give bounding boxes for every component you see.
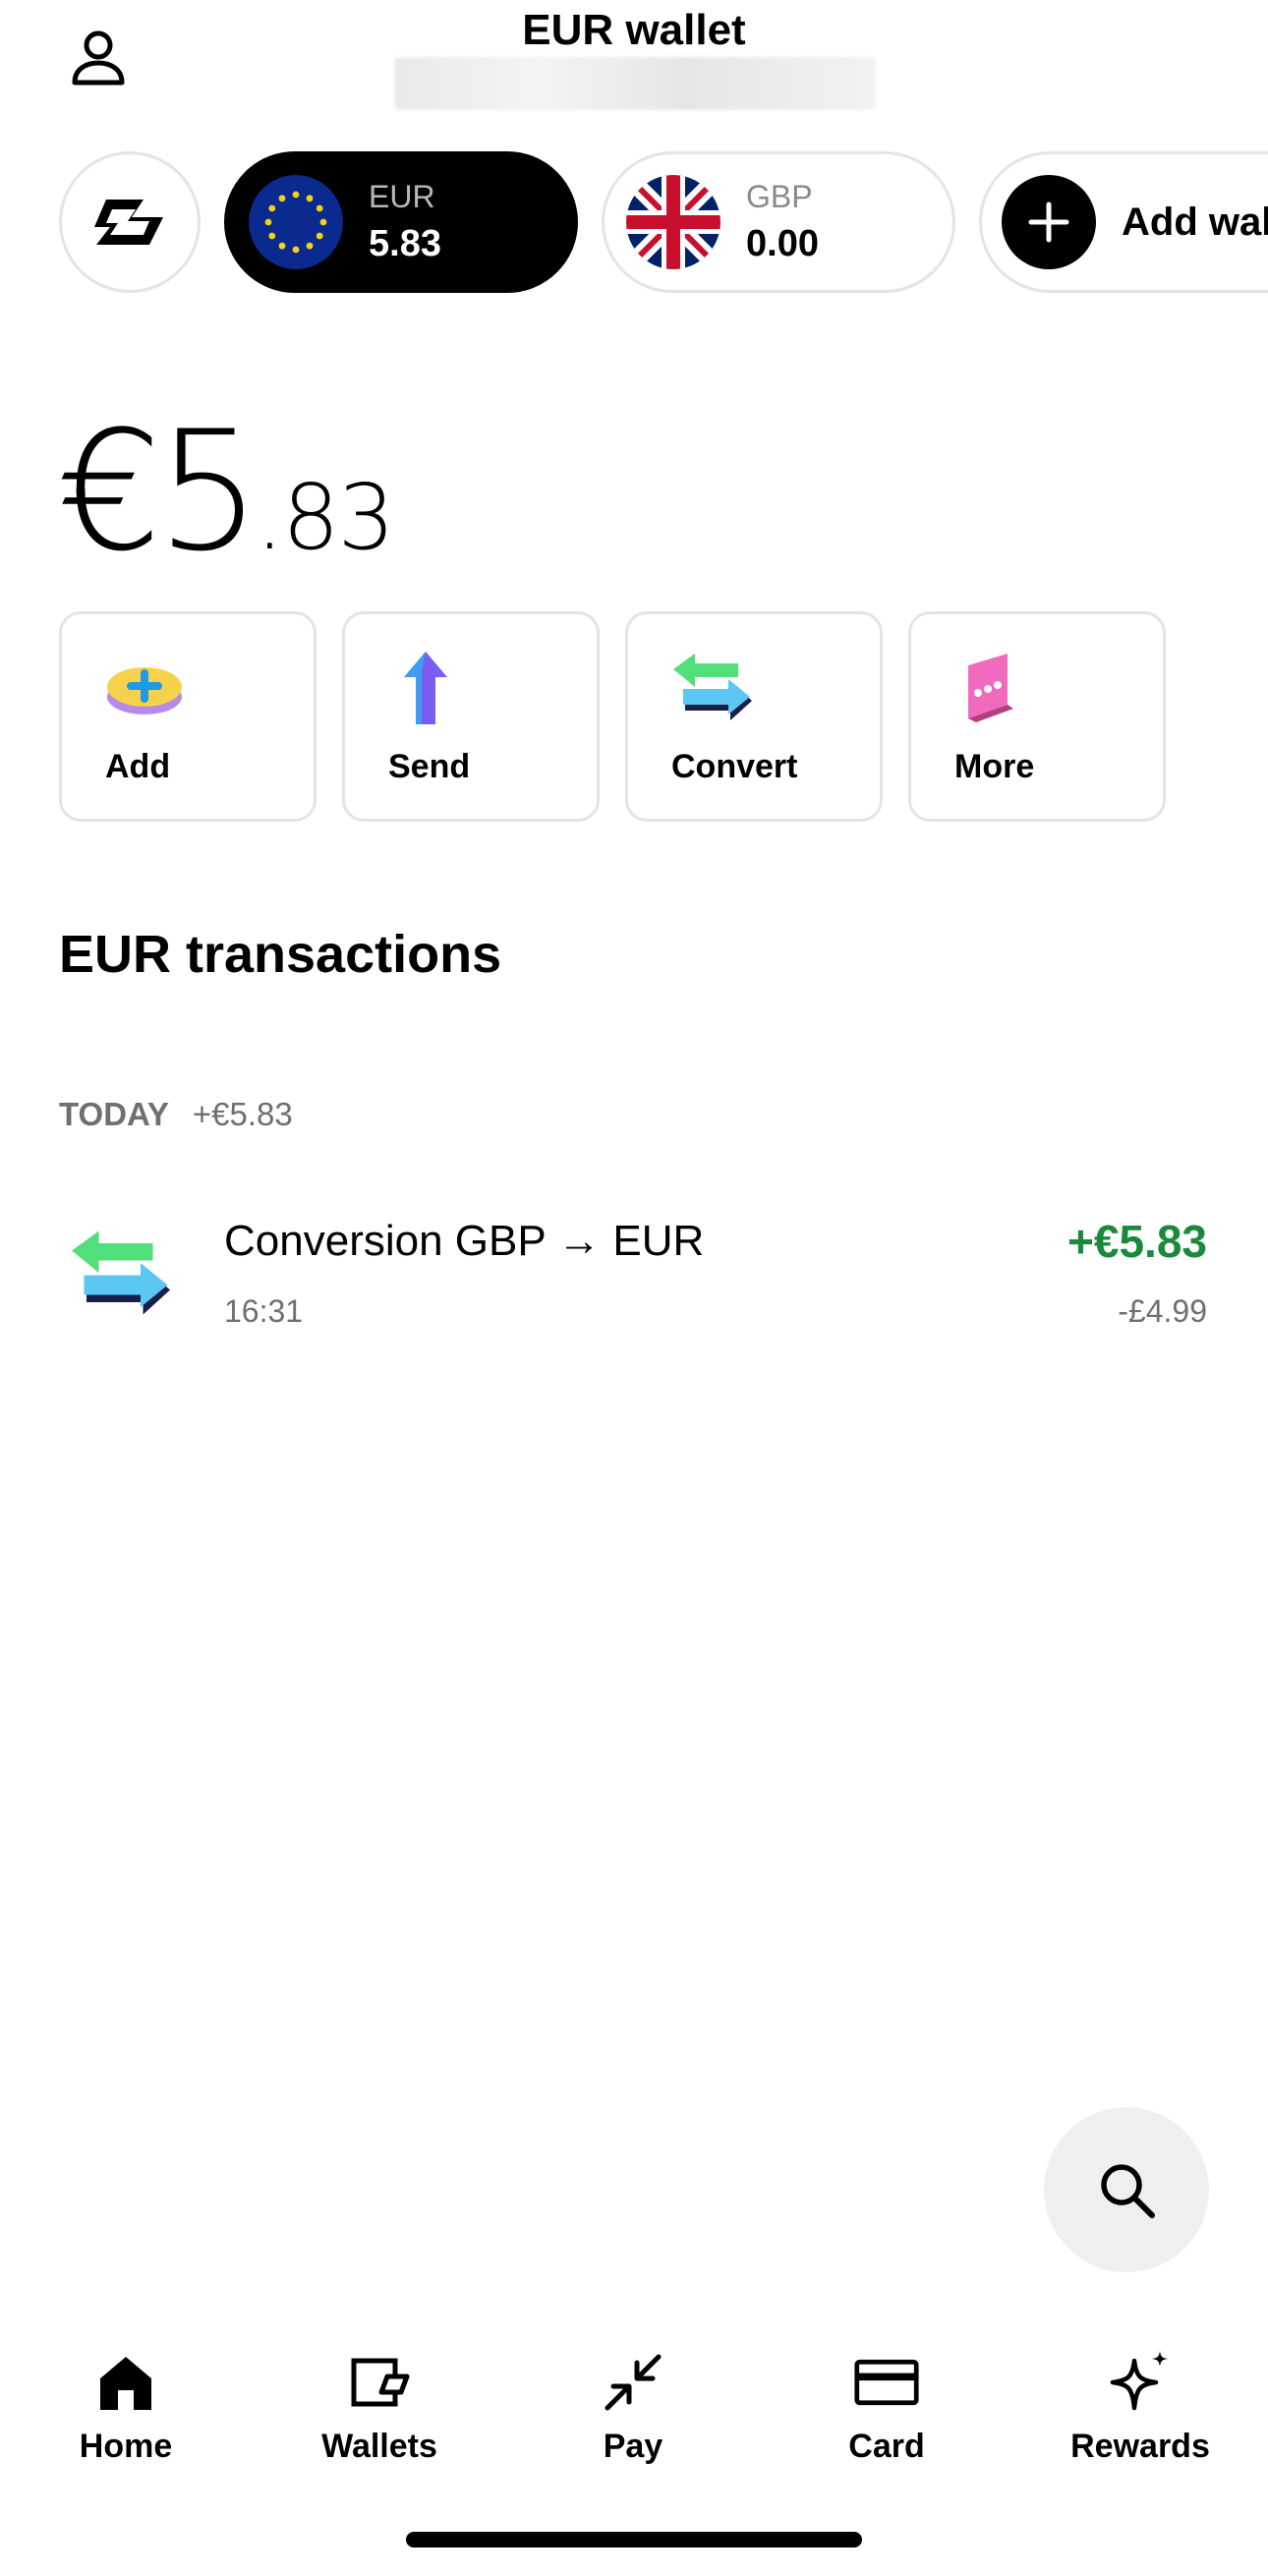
wallet-code: EUR	[369, 179, 435, 214]
wallet-code: GBP	[746, 179, 813, 214]
nav-rewards[interactable]: Rewards	[1042, 2349, 1239, 2487]
header: EUR wallet	[0, 0, 1268, 138]
nav-pay[interactable]: Pay	[535, 2349, 731, 2487]
convert-button[interactable]: Convert	[625, 611, 883, 822]
wallet-balance: 5.83	[369, 223, 441, 264]
redacted-subtitle	[394, 57, 876, 110]
plus-icon	[1002, 175, 1096, 269]
send-button[interactable]: Send	[342, 611, 600, 822]
card-icon	[854, 2359, 919, 2406]
nav-label: Rewards	[1070, 2428, 1210, 2465]
pay-arrows-icon	[605, 2354, 662, 2411]
add-wallet-button[interactable]: Add wallet	[979, 151, 1268, 293]
home-icon	[100, 2357, 151, 2410]
wallet-selector: EUR 5.83 GBP 0.00 Add wal	[0, 149, 1268, 295]
add-label: Add	[105, 748, 171, 785]
nav-wallets[interactable]: Wallets	[281, 2349, 478, 2487]
balance-currency: €	[57, 395, 162, 588]
add-money-icon	[107, 667, 182, 715]
eu-flag-icon	[249, 175, 343, 269]
wallet-pill-gbp[interactable]: GBP 0.00	[602, 151, 955, 293]
brand-logo-button[interactable]	[59, 151, 201, 293]
search-icon	[1101, 2164, 1155, 2218]
add-wallet-label: Add wallet	[1122, 200, 1268, 244]
wallet-pill-eur[interactable]: EUR 5.83	[224, 151, 578, 293]
date-label: TODAY	[59, 1096, 169, 1132]
home-indicator	[406, 2532, 862, 2547]
wallet-balance: 0.00	[746, 223, 819, 264]
convert-arrows-icon	[72, 1231, 170, 1315]
page-title: EUR wallet	[522, 6, 746, 54]
uk-flag-icon	[626, 175, 720, 269]
nav-card[interactable]: Card	[788, 2349, 985, 2487]
wallet-balance-total: € 5 .83	[57, 393, 395, 590]
nav-home[interactable]: Home	[28, 2349, 224, 2487]
more-label: More	[954, 748, 1035, 785]
transaction-title: Conversion GBP → EUR	[224, 1217, 705, 1265]
sparkle-icon	[1110, 2351, 1168, 2411]
date-group-header: TODAY +€5.83	[59, 1096, 293, 1133]
convert-arrows-icon	[673, 654, 752, 720]
transaction-source-amount: -£4.99	[1118, 1293, 1207, 1329]
balance-cents: .83	[255, 465, 395, 570]
nav-label: Home	[79, 2428, 173, 2465]
transaction-row[interactable]: Conversion GBP → EUR 16:31 +€5.83 -£4.99	[0, 1199, 1268, 1356]
brand-logo-icon	[94, 200, 163, 245]
nav-label: Card	[848, 2428, 925, 2465]
balance-whole: 5	[155, 395, 261, 588]
nav-label: Wallets	[321, 2428, 437, 2465]
search-button[interactable]	[1044, 2107, 1209, 2272]
date-total: +€5.83	[192, 1096, 293, 1132]
convert-label: Convert	[671, 748, 798, 785]
transactions-title: EUR transactions	[59, 925, 502, 984]
wallet-icon	[351, 2358, 410, 2407]
more-button[interactable]: More	[908, 611, 1166, 822]
transaction-time: 16:31	[224, 1293, 304, 1329]
nav-label: Pay	[603, 2428, 663, 2465]
more-dots-icon	[968, 654, 1013, 722]
send-label: Send	[388, 748, 471, 785]
send-arrow-icon	[404, 652, 447, 724]
add-button[interactable]: Add	[59, 611, 317, 822]
bottom-navigation: Home Wallets Pay Card Rewards	[0, 2339, 1268, 2496]
transaction-amount: +€5.83	[1067, 1216, 1207, 1267]
action-buttons: Add Send Convert More	[59, 611, 1166, 822]
